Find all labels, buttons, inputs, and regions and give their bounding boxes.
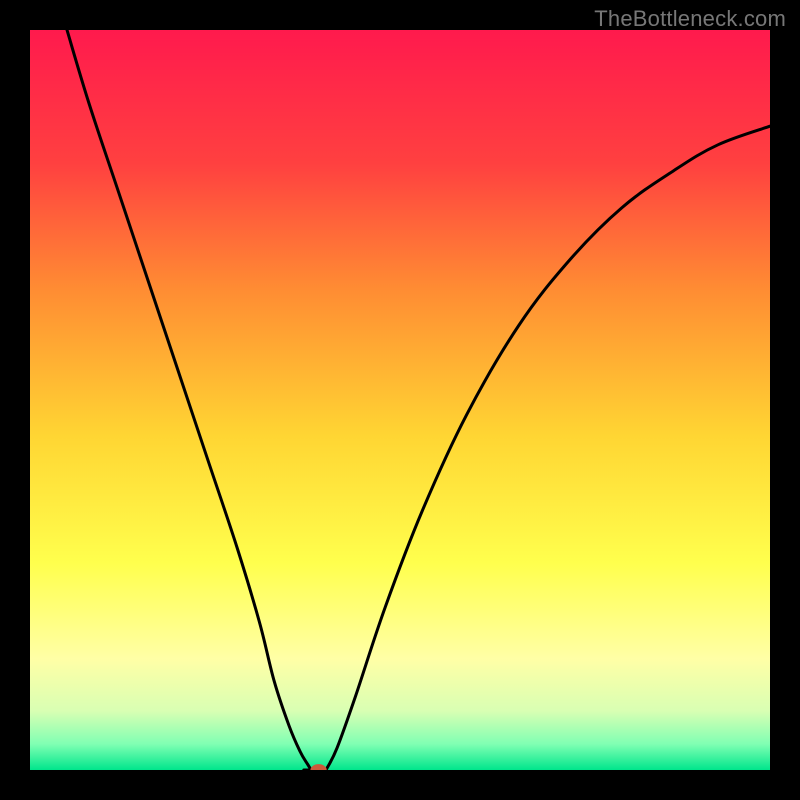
chart-frame: TheBottleneck.com	[0, 0, 800, 800]
bottleneck-chart	[30, 30, 770, 770]
gradient-background	[30, 30, 770, 770]
plot-area	[30, 30, 770, 770]
watermark-label: TheBottleneck.com	[594, 6, 786, 32]
